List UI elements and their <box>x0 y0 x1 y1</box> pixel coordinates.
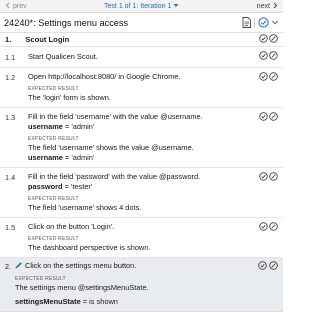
step-action-row: Click on the settings menu button. <box>15 261 258 272</box>
prev-label: prev <box>13 2 27 10</box>
step-action: Fill in the field 'username' with the va… <box>28 112 203 121</box>
iteration-label: Test 1 of 1: Iteration 1 <box>104 2 172 10</box>
fail-icon[interactable] <box>269 222 278 233</box>
step-number: 1.1 <box>5 53 16 62</box>
expected-result: The dashboard perspective is shown. <box>28 243 151 252</box>
parameter-name: settingsMenuState <box>15 297 81 306</box>
pass-icon[interactable] <box>259 51 268 62</box>
step-action: Fill in the field 'password' with the va… <box>28 172 201 181</box>
fail-icon[interactable] <box>269 34 278 45</box>
step-status <box>259 72 278 83</box>
pass-icon[interactable] <box>259 34 268 45</box>
step-status <box>259 222 278 233</box>
pass-icon[interactable] <box>259 72 268 83</box>
check-circle-icon[interactable] <box>258 17 269 28</box>
expected-result-label: EXPECTED RESULT <box>28 196 79 202</box>
fail-icon[interactable] <box>269 72 278 83</box>
iteration-nav-bar: prev Test 1 of 1: Iteration 1 next <box>0 0 283 13</box>
step-number: 2. <box>5 262 12 271</box>
step-action: Open http://localhost:8080/ in Google Ch… <box>28 72 181 81</box>
step-status <box>258 261 278 307</box>
pass-icon[interactable] <box>259 112 268 123</box>
expected-result-label: EXPECTED RESULT <box>28 236 79 242</box>
expected-result-label: EXPECTED RESULT <box>15 276 66 282</box>
fail-icon[interactable] <box>269 112 278 123</box>
next-button[interactable]: next <box>257 2 278 11</box>
section-status <box>259 34 278 45</box>
step-action: Start Qualicen Scout. <box>28 52 98 61</box>
expected-result: The settings menu @settingsMenuState. <box>15 283 149 292</box>
expected-parameter: username = 'admin' <box>28 153 278 163</box>
section-title: Scout Login <box>25 35 70 44</box>
fail-icon[interactable] <box>269 261 278 272</box>
expected-result-label: EXPECTED RESULT <box>28 86 79 92</box>
fail-icon[interactable] <box>269 51 278 62</box>
expected-result: The 'login' form is shown. <box>28 93 111 102</box>
test-step[interactable]: 1.3 Fill in the field 'username' with th… <box>0 108 283 168</box>
step-action: Click on the button 'Login'. <box>28 222 115 231</box>
page-title: 24240*: Settings menu access <box>4 17 129 28</box>
parameter-value: = 'admin' <box>62 122 95 131</box>
pass-icon[interactable] <box>258 261 267 272</box>
expected-parameter: settingsMenuState = is shown <box>15 297 258 307</box>
step-parameter: password = 'tester' <box>28 182 278 192</box>
step-number: 1.4 <box>5 173 16 182</box>
step-status <box>259 51 278 62</box>
prev-button[interactable]: prev <box>5 2 27 11</box>
toolbar-divider <box>254 17 255 28</box>
step-status <box>259 112 278 123</box>
expected-result: The field 'username' shows the value @us… <box>28 143 194 152</box>
parameter-name: password <box>28 182 63 191</box>
section-number: 1. <box>5 35 12 44</box>
test-step[interactable]: 1.5 Click on the button 'Login'. EXPECTE… <box>0 218 283 258</box>
pass-icon[interactable] <box>259 172 268 183</box>
step-status <box>259 172 278 183</box>
iteration-selector[interactable]: Test 1 of 1: Iteration 1 <box>104 3 179 10</box>
chevron-down-icon[interactable] <box>272 20 278 25</box>
parameter-value: = is shown <box>80 297 118 306</box>
chevron-right-icon <box>272 2 278 11</box>
expected-result-label: EXPECTED RESULT <box>28 136 79 142</box>
pencil-icon <box>15 261 23 272</box>
fail-icon[interactable] <box>269 172 278 183</box>
parameter-value: = 'admin' <box>62 153 95 162</box>
step-number: 1.2 <box>5 73 16 82</box>
step-parameter: username = 'admin' <box>28 122 278 132</box>
step-number: 1.5 <box>5 223 16 232</box>
step-action: Click on the settings menu button. <box>25 261 137 270</box>
pass-icon[interactable] <box>259 222 268 233</box>
parameter-value: = 'tester' <box>62 182 93 191</box>
active-test-step[interactable]: 2. Click on the settings menu button. EX… <box>0 258 283 312</box>
caret-down-icon <box>173 3 179 10</box>
step-number: 1.3 <box>5 113 16 122</box>
title-toolbar <box>242 17 278 28</box>
expected-result: The field 'username' shows 4 dots. <box>28 203 142 212</box>
test-step[interactable]: 1.4 Fill in the field 'password' with th… <box>0 168 283 218</box>
section-header: 1. Scout Login <box>0 33 283 47</box>
document-icon[interactable] <box>242 17 251 28</box>
next-label: next <box>256 2 270 10</box>
test-step[interactable]: 1.2 Open http://localhost:8080/ in Googl… <box>0 68 283 108</box>
test-step[interactable]: 1.1 Start Qualicen Scout. <box>0 47 283 68</box>
test-title-bar: 24240*: Settings menu access <box>0 13 283 33</box>
parameter-name: username <box>28 153 63 162</box>
parameter-name: username <box>28 122 63 131</box>
chevron-left-icon <box>5 2 11 11</box>
